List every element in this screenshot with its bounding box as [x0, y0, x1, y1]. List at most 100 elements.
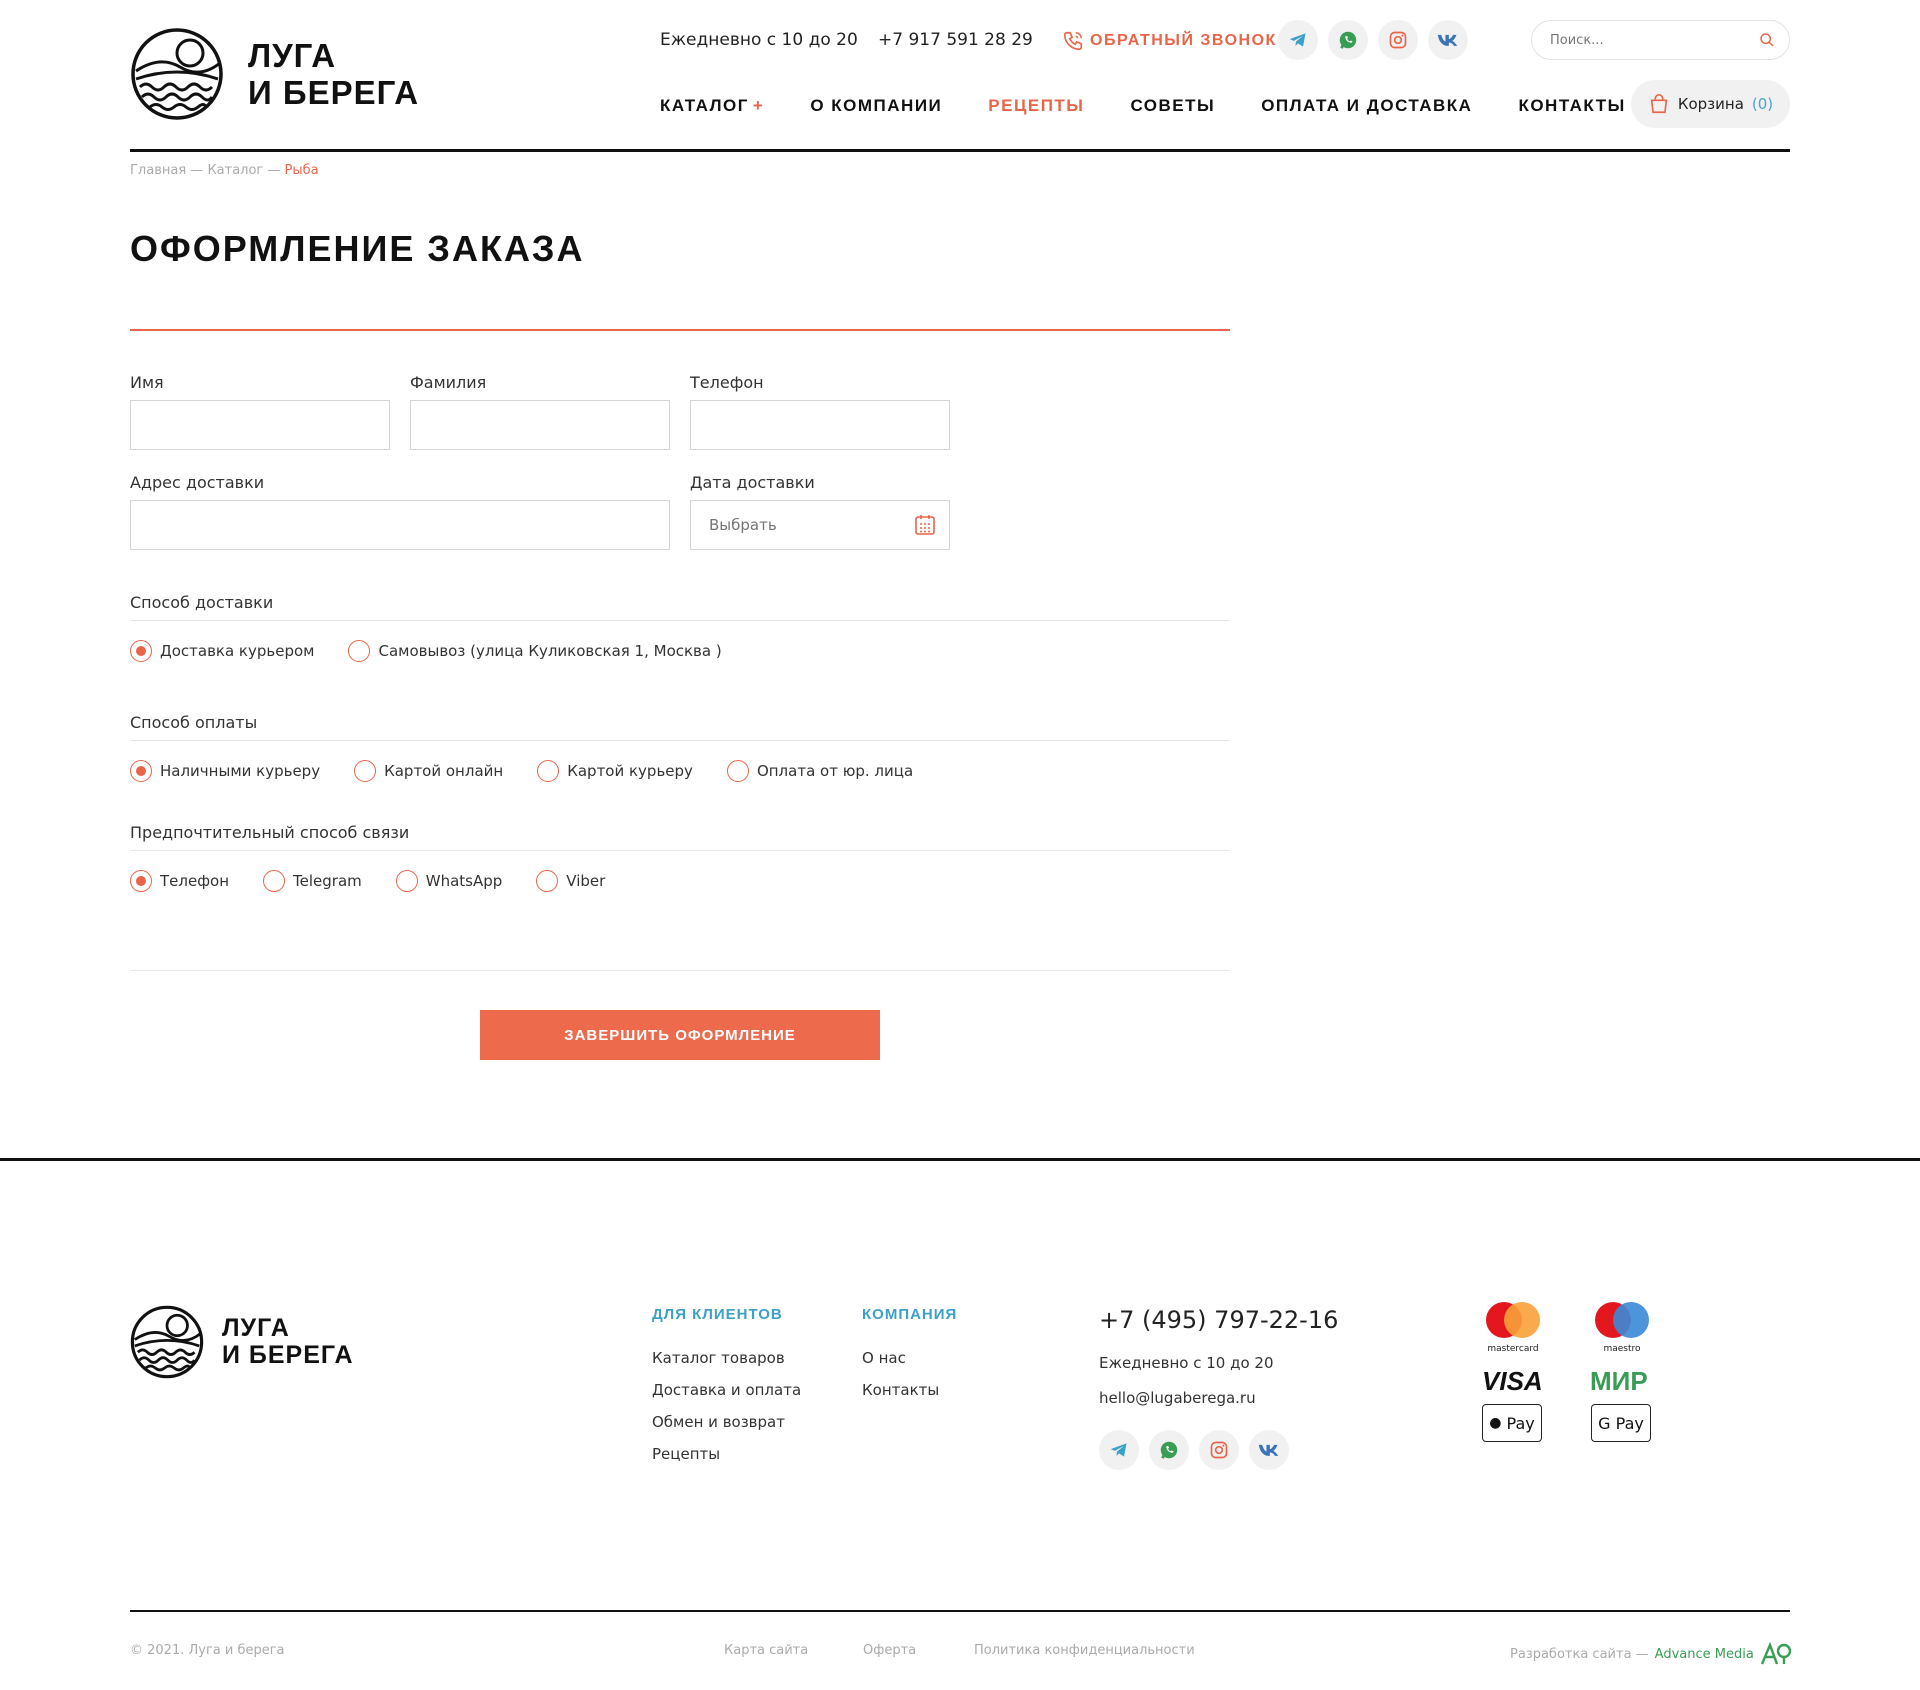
whatsapp-icon[interactable] [1328, 20, 1368, 60]
nav-recipes[interactable]: РЕЦЕПТЫ [988, 96, 1084, 116]
breadcrumb: Главная — Каталог — Рыба [130, 163, 319, 178]
offer-link[interactable]: Оферта [863, 1643, 916, 1658]
footer-clients-column: ДЛЯ КЛИЕНТОВ Каталог товаров Доставка и … [652, 1306, 801, 1463]
title-divider [130, 329, 1230, 331]
radio-unchecked-icon [726, 760, 749, 782]
logo-line-1: ЛУГА [222, 1314, 290, 1342]
calendar-icon[interactable] [913, 513, 937, 537]
first-name-input[interactable] [131, 401, 389, 449]
delivery-courier-radio[interactable]: Доставка курьером [130, 640, 314, 662]
search-icon[interactable] [1759, 32, 1775, 48]
instagram-icon[interactable] [1378, 20, 1418, 60]
nav-catalog[interactable]: КАТАЛОГ + [660, 96, 764, 116]
last-name-input[interactable] [411, 401, 669, 449]
header-phone[interactable]: +7 917 591 28 29 [878, 30, 1033, 50]
footer-link-catalog[interactable]: Каталог товаров [652, 1349, 801, 1367]
phone-input[interactable] [691, 401, 949, 449]
footer-hours: Ежедневно с 10 до 20 [1099, 1354, 1274, 1372]
contact-phone-radio[interactable]: Телефон [130, 870, 229, 892]
submit-order-button[interactable]: ЗАВЕРШИТЬ ОФОРМЛЕНИЕ [480, 1010, 880, 1060]
search-box[interactable] [1531, 20, 1790, 60]
radio-label: Телефон [160, 872, 230, 890]
contact-whatsapp-radio[interactable]: WhatsApp [395, 870, 503, 892]
radio-label: Telegram [293, 872, 362, 890]
address-field[interactable] [130, 500, 670, 550]
nav-catalog-label: КАТАЛОГ [660, 96, 749, 115]
breadcrumb-current: Рыба [284, 163, 319, 178]
developer-link[interactable]: Advance Media [1655, 1647, 1754, 1662]
page-title: ОФОРМЛЕНИЕ ЗАКАЗА [130, 228, 585, 269]
logo[interactable]: ЛУГА И БЕРЕГА [130, 27, 419, 121]
radio-label: Картой онлайн [384, 762, 504, 780]
payment-legal-entity-radio[interactable]: Оплата от юр. лица [726, 760, 914, 782]
radio-unchecked-icon [354, 760, 377, 782]
cart-button[interactable]: Корзина (0) [1631, 80, 1790, 128]
date-field[interactable] [690, 500, 950, 550]
vk-icon[interactable] [1249, 1430, 1289, 1470]
delivery-pickup-radio[interactable]: Самовывоз (улица Куликовская 1, Москва ) [348, 640, 722, 662]
first-name-field[interactable] [130, 400, 390, 450]
footer-link-returns[interactable]: Обмен и возврат [652, 1413, 801, 1431]
apple-pay-logo: ● Pay [1482, 1404, 1542, 1442]
copyright: © 2021. Луга и берега [130, 1643, 285, 1658]
instagram-icon[interactable] [1199, 1430, 1239, 1470]
contact-viber-radio[interactable]: Viber [536, 870, 605, 892]
date-input[interactable] [691, 501, 913, 549]
footer-link-delivery[interactable]: Доставка и оплата [652, 1381, 801, 1399]
phone-field[interactable] [690, 400, 950, 450]
breadcrumb-catalog[interactable]: Каталог [207, 163, 263, 178]
callback-label: ОБРАТНЫЙ ЗВОНОК [1090, 32, 1277, 49]
logo-line-2: И БЕРЕГА [248, 74, 420, 111]
breadcrumb-separator: — [190, 163, 204, 178]
developer-credit: Разработка сайта — Advance Media [1510, 1642, 1792, 1666]
logo-text: ЛУГА И БЕРЕГА [248, 37, 419, 111]
form-bottom-divider [130, 970, 1230, 971]
google-pay-logo: G Pay [1591, 1404, 1651, 1442]
radio-unchecked-icon [263, 870, 286, 892]
radio-label: WhatsApp [425, 872, 503, 890]
nav-tips[interactable]: СОВЕТЫ [1130, 96, 1215, 116]
radio-checked-icon [130, 870, 152, 892]
footer-logo[interactable]: ЛУГА И БЕРЕГА [130, 1305, 354, 1379]
footer-email[interactable]: hello@lugaberega.ru [1099, 1389, 1256, 1407]
payment-card-courier-radio[interactable]: Картой курьеру [537, 760, 693, 782]
radio-label: Самовывоз (улица Куликовская 1, Москва ) [378, 642, 722, 660]
footer-clients-title: ДЛЯ КЛИЕНТОВ [652, 1306, 783, 1323]
breadcrumb-home[interactable]: Главная [130, 163, 186, 178]
maestro-label: maestro [1603, 1344, 1641, 1354]
search-input[interactable] [1550, 32, 1759, 48]
callback-button[interactable]: ОБРАТНЫЙ ЗВОНОК [1062, 30, 1277, 52]
nav-payment-delivery[interactable]: ОПЛАТА И ДОСТАВКА [1261, 96, 1472, 116]
vk-icon[interactable] [1428, 20, 1468, 60]
radio-unchecked-icon [348, 640, 371, 662]
mastercard-icon [1486, 1302, 1540, 1338]
shopping-bag-icon [1650, 94, 1668, 114]
last-name-field[interactable] [410, 400, 670, 450]
delivery-divider [130, 620, 1230, 621]
footer-link-contacts[interactable]: Контакты [862, 1381, 957, 1399]
footer-company-column: КОМПАНИЯ О нас Контакты [862, 1306, 957, 1399]
breadcrumb-separator: — [267, 163, 281, 178]
nav-contacts[interactable]: КОНТАКТЫ [1518, 96, 1625, 116]
footer-link-recipes[interactable]: Рецепты [652, 1445, 801, 1463]
payment-card-online-radio[interactable]: Картой онлайн [354, 760, 503, 782]
telegram-icon[interactable] [1278, 20, 1318, 60]
footer-phone[interactable]: +7 (495) 797-22-16 [1099, 1306, 1338, 1334]
header-divider [130, 149, 1790, 152]
nav-about[interactable]: О КОМПАНИИ [810, 96, 942, 116]
payment-cash-radio[interactable]: Наличными курьеру [130, 760, 320, 782]
contact-telegram-radio[interactable]: Telegram [263, 870, 362, 892]
logo-emblem-icon [130, 1305, 204, 1379]
privacy-link[interactable]: Политика конфиденциальности [974, 1643, 1195, 1658]
telegram-icon[interactable] [1099, 1430, 1139, 1470]
mastercard-logo: mastercard [1478, 1300, 1548, 1354]
address-input[interactable] [131, 501, 669, 549]
maestro-icon [1595, 1302, 1649, 1338]
mir-logo: МИР [1590, 1366, 1648, 1396]
whatsapp-icon[interactable] [1149, 1430, 1189, 1470]
sitemap-link[interactable]: Карта сайта [724, 1643, 808, 1658]
footer-link-about[interactable]: О нас [862, 1349, 957, 1367]
radio-label: Доставка курьером [160, 642, 315, 660]
contact-title: Предпочтительный способ связи [130, 823, 410, 842]
radio-label: Оплата от юр. лица [756, 762, 914, 780]
